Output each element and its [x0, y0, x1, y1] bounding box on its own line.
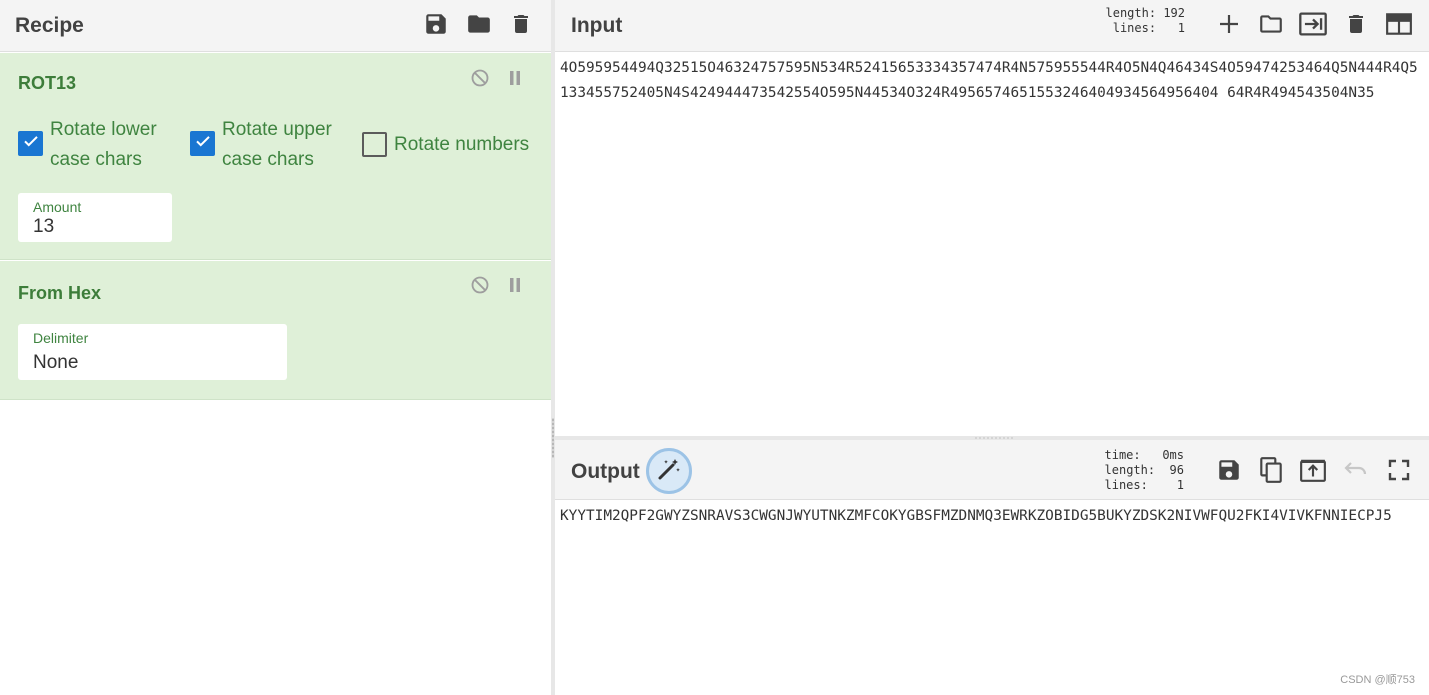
disable-operation-button[interactable]: [469, 276, 491, 298]
trash-icon: [1344, 11, 1368, 37]
operation-title: From Hex: [18, 283, 102, 303]
trash-icon: [509, 11, 533, 37]
plus-icon: [1218, 13, 1240, 35]
rotate-upper-checkbox[interactable]: Rotate upper case chars: [190, 115, 332, 175]
magic-wand-icon: [656, 456, 682, 487]
reset-layout-button[interactable]: [1384, 9, 1414, 39]
save-icon: [1216, 457, 1242, 483]
add-tab-button[interactable]: [1214, 9, 1244, 39]
check-icon: [22, 132, 40, 155]
operation-title: ROT13: [18, 73, 77, 93]
open-file-button[interactable]: [1256, 9, 1286, 39]
copy-output-button[interactable]: [1256, 455, 1286, 485]
folder-icon: [465, 11, 493, 37]
input-stats: length: 192 lines: 1: [1105, 6, 1186, 35]
checkbox-checked[interactable]: [18, 131, 43, 156]
watermark: CSDN @顺753: [1340, 674, 1415, 686]
amount-input[interactable]: 13: [33, 216, 54, 238]
check-icon: [194, 132, 212, 155]
pause-operation-button[interactable]: [504, 276, 526, 298]
checkbox-unchecked[interactable]: [362, 132, 387, 157]
magic-button[interactable]: [646, 448, 692, 494]
clear-input-button[interactable]: [1341, 9, 1371, 39]
rotate-numbers-checkbox[interactable]: Rotate numbers: [362, 130, 529, 160]
amount-field[interactable]: Amount 13: [18, 193, 172, 242]
delimiter-label: Delimiter: [33, 330, 89, 346]
disable-icon: [470, 68, 490, 93]
output-title: Output: [571, 460, 640, 483]
layout-icon: [1385, 12, 1413, 36]
import-icon: [1298, 11, 1328, 37]
undo-button[interactable]: [1341, 455, 1371, 485]
vertical-splitter-grip[interactable]: [552, 418, 554, 458]
save-output-button[interactable]: [1214, 455, 1244, 485]
rotate-lower-checkbox[interactable]: Rotate lower case chars: [18, 115, 157, 175]
disable-operation-button[interactable]: [469, 69, 491, 91]
rotate-upper-label: Rotate upper case chars: [222, 119, 332, 170]
pause-operation-button[interactable]: [504, 69, 526, 91]
delimiter-field[interactable]: Delimiter None: [18, 324, 287, 380]
folder-icon: [1257, 11, 1285, 37]
rotate-numbers-label: Rotate numbers: [394, 134, 530, 155]
pause-icon: [507, 276, 523, 299]
output-stats: time: 0ms length: 96 lines: 1: [1104, 448, 1185, 492]
load-recipe-button[interactable]: [464, 9, 494, 39]
amount-label: Amount: [33, 199, 82, 215]
disable-icon: [470, 275, 490, 300]
replace-input-icon: [1299, 457, 1327, 483]
copy-icon: [1258, 456, 1284, 484]
recipe-header: Recipe: [0, 0, 551, 52]
recipe-title: Recipe: [15, 14, 84, 37]
undo-icon: [1343, 459, 1369, 481]
clear-recipe-button[interactable]: [506, 9, 536, 39]
pause-icon: [507, 69, 523, 92]
replace-input-button[interactable]: [1298, 455, 1328, 485]
input-header: Input length: 192 lines: 1: [555, 0, 1429, 52]
maximise-output-button[interactable]: [1384, 455, 1414, 485]
checkbox-checked[interactable]: [190, 131, 215, 156]
operation-rot13: ROT13 Rotate lower case chars Rotate upp…: [0, 53, 551, 260]
delimiter-select[interactable]: None: [33, 352, 78, 374]
input-textarea[interactable]: 4O595954494Q32515O46324757595N534R524156…: [560, 56, 1419, 106]
maximise-icon: [1388, 459, 1410, 481]
horizontal-splitter-grip[interactable]: [974, 437, 1014, 439]
output-panel: Output time: 0ms length: 96 lines: 1 KYY…: [555, 440, 1429, 695]
input-panel: Input length: 192 lines: 1 4O595954494Q3…: [555, 0, 1429, 436]
operation-from-hex: From Hex Delimiter None: [0, 261, 551, 400]
save-icon: [423, 11, 449, 37]
save-recipe-button[interactable]: [421, 9, 451, 39]
input-title: Input: [571, 14, 623, 37]
rotate-lower-label: Rotate lower case chars: [50, 119, 157, 170]
output-textarea[interactable]: KYYTIM2QPF2GWYZSNRAVS3CWGNJWYUTNKZMFCOKY…: [560, 504, 1419, 529]
output-header: Output time: 0ms length: 96 lines: 1: [555, 440, 1429, 500]
recipe-panel: Recipe ROT13 Rotate lower case chars Rot…: [0, 0, 551, 695]
open-folder-button[interactable]: [1298, 9, 1328, 39]
